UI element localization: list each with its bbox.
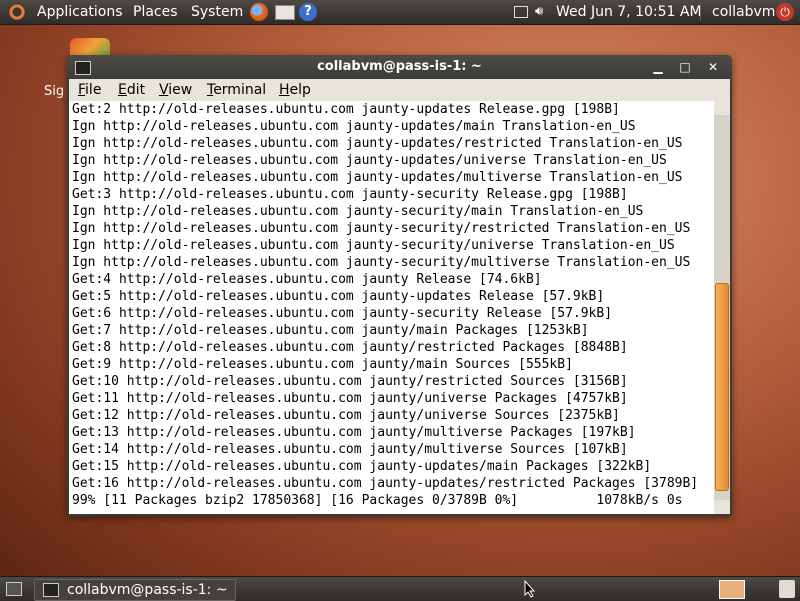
menu-view[interactable]: View: [159, 79, 192, 101]
terminal-line: Get:9 http://old-releases.ubuntu.com jau…: [72, 357, 573, 372]
window-title: collabvm@pass-is-1: ~: [317, 59, 482, 74]
maximize-button[interactable]: □: [676, 58, 694, 76]
terminal-line: Ign http://old-releases.ubuntu.com jaunt…: [72, 119, 636, 134]
vertical-scrollbar[interactable]: [714, 101, 730, 514]
places-menu[interactable]: Places: [133, 0, 178, 24]
terminal-line: Get:12 http://old-releases.ubuntu.com ja…: [72, 408, 620, 423]
taskbar-label: collabvm@pass-is-1: ~: [67, 582, 228, 598]
terminal-line: Get:3 http://old-releases.ubuntu.com jau…: [72, 187, 628, 202]
system-menu[interactable]: System: [191, 0, 243, 24]
window-icon[interactable]: [514, 6, 528, 18]
terminal-line: Get:14 http://old-releases.ubuntu.com ja…: [72, 442, 628, 457]
terminal-line: Get:8 http://old-releases.ubuntu.com jau…: [72, 340, 628, 355]
scroll-up-button[interactable]: [714, 101, 730, 115]
terminal-line: Get:10 http://old-releases.ubuntu.com ja…: [72, 374, 628, 389]
terminal-line: Ign http://old-releases.ubuntu.com jaunt…: [72, 136, 683, 151]
scrollbar-thumb[interactable]: [715, 283, 729, 491]
terminal-output[interactable]: Get:2 http://old-releases.ubuntu.com jau…: [69, 101, 714, 514]
ubuntu-logo-icon[interactable]: [8, 3, 26, 21]
terminal-line: Get:4 http://old-releases.ubuntu.com jau…: [72, 272, 542, 287]
volume-icon[interactable]: 🔊︎: [535, 4, 543, 19]
bottom-panel: collabvm@pass-is-1: ~: [0, 576, 800, 601]
terminal-line: Get:2 http://old-releases.ubuntu.com jau…: [72, 102, 620, 117]
menu-file[interactable]: File: [78, 79, 101, 101]
terminal-line: Ign http://old-releases.ubuntu.com jaunt…: [72, 238, 675, 253]
mail-icon[interactable]: [275, 5, 295, 20]
terminal-line: Get:13 http://old-releases.ubuntu.com ja…: [72, 425, 636, 440]
terminal-line: Get:15 http://old-releases.ubuntu.com ja…: [72, 459, 652, 474]
menu-terminal[interactable]: Terminal: [207, 79, 266, 101]
terminal-line: Ign http://old-releases.ubuntu.com jaunt…: [72, 255, 691, 270]
menu-edit[interactable]: Edit: [118, 79, 145, 101]
scroll-down-button[interactable]: [714, 500, 730, 514]
terminal-line: Ign http://old-releases.ubuntu.com jaunt…: [72, 204, 644, 219]
workspace-switcher[interactable]: [719, 580, 745, 599]
terminal-line: Ign http://old-releases.ubuntu.com jaunt…: [72, 153, 667, 168]
power-icon[interactable]: ⏻: [776, 3, 794, 21]
terminal-line: Get:7 http://old-releases.ubuntu.com jau…: [72, 323, 589, 338]
terminal-window: collabvm@pass-is-1: ~ ▁ □ ✕ File Edit Vi…: [67, 55, 732, 516]
minimize-button[interactable]: ▁: [649, 58, 667, 76]
firefox-icon[interactable]: [250, 3, 268, 21]
close-button[interactable]: ✕: [704, 58, 722, 76]
user-menu[interactable]: collabvm: [712, 0, 775, 24]
help-icon[interactable]: ?: [299, 3, 317, 21]
desktop-icon-label[interactable]: Sig: [44, 84, 64, 99]
menu-help[interactable]: Help: [279, 79, 311, 101]
terminal-icon: [43, 583, 59, 597]
terminal-line: Ign http://old-releases.ubuntu.com jaunt…: [72, 221, 691, 236]
window-titlebar[interactable]: collabvm@pass-is-1: ~ ▁ □ ✕: [67, 55, 732, 79]
terminal-line: Get:6 http://old-releases.ubuntu.com jau…: [72, 306, 613, 321]
terminal-line: Ign http://old-releases.ubuntu.com jaunt…: [72, 170, 683, 185]
separator: [700, 3, 701, 21]
show-desktop-icon[interactable]: [6, 582, 22, 596]
terminal-line: Get:5 http://old-releases.ubuntu.com jau…: [72, 289, 605, 304]
top-panel: Applications Places System ? 🔊︎ Wed Jun …: [0, 0, 800, 25]
terminal-line: Get:11 http://old-releases.ubuntu.com ja…: [72, 391, 628, 406]
trash-icon[interactable]: [779, 580, 795, 598]
terminal-progress-line: 99% [11 Packages bzip2 17850368] [16 Pac…: [72, 493, 683, 508]
taskbar-button-terminal[interactable]: collabvm@pass-is-1: ~: [34, 579, 236, 601]
terminal-line: Get:16 http://old-releases.ubuntu.com ja…: [72, 476, 699, 491]
applications-menu[interactable]: Applications: [37, 0, 123, 24]
clock[interactable]: Wed Jun 7, 10:51 AM: [556, 0, 702, 24]
menubar: File Edit View Terminal Help: [69, 79, 730, 101]
